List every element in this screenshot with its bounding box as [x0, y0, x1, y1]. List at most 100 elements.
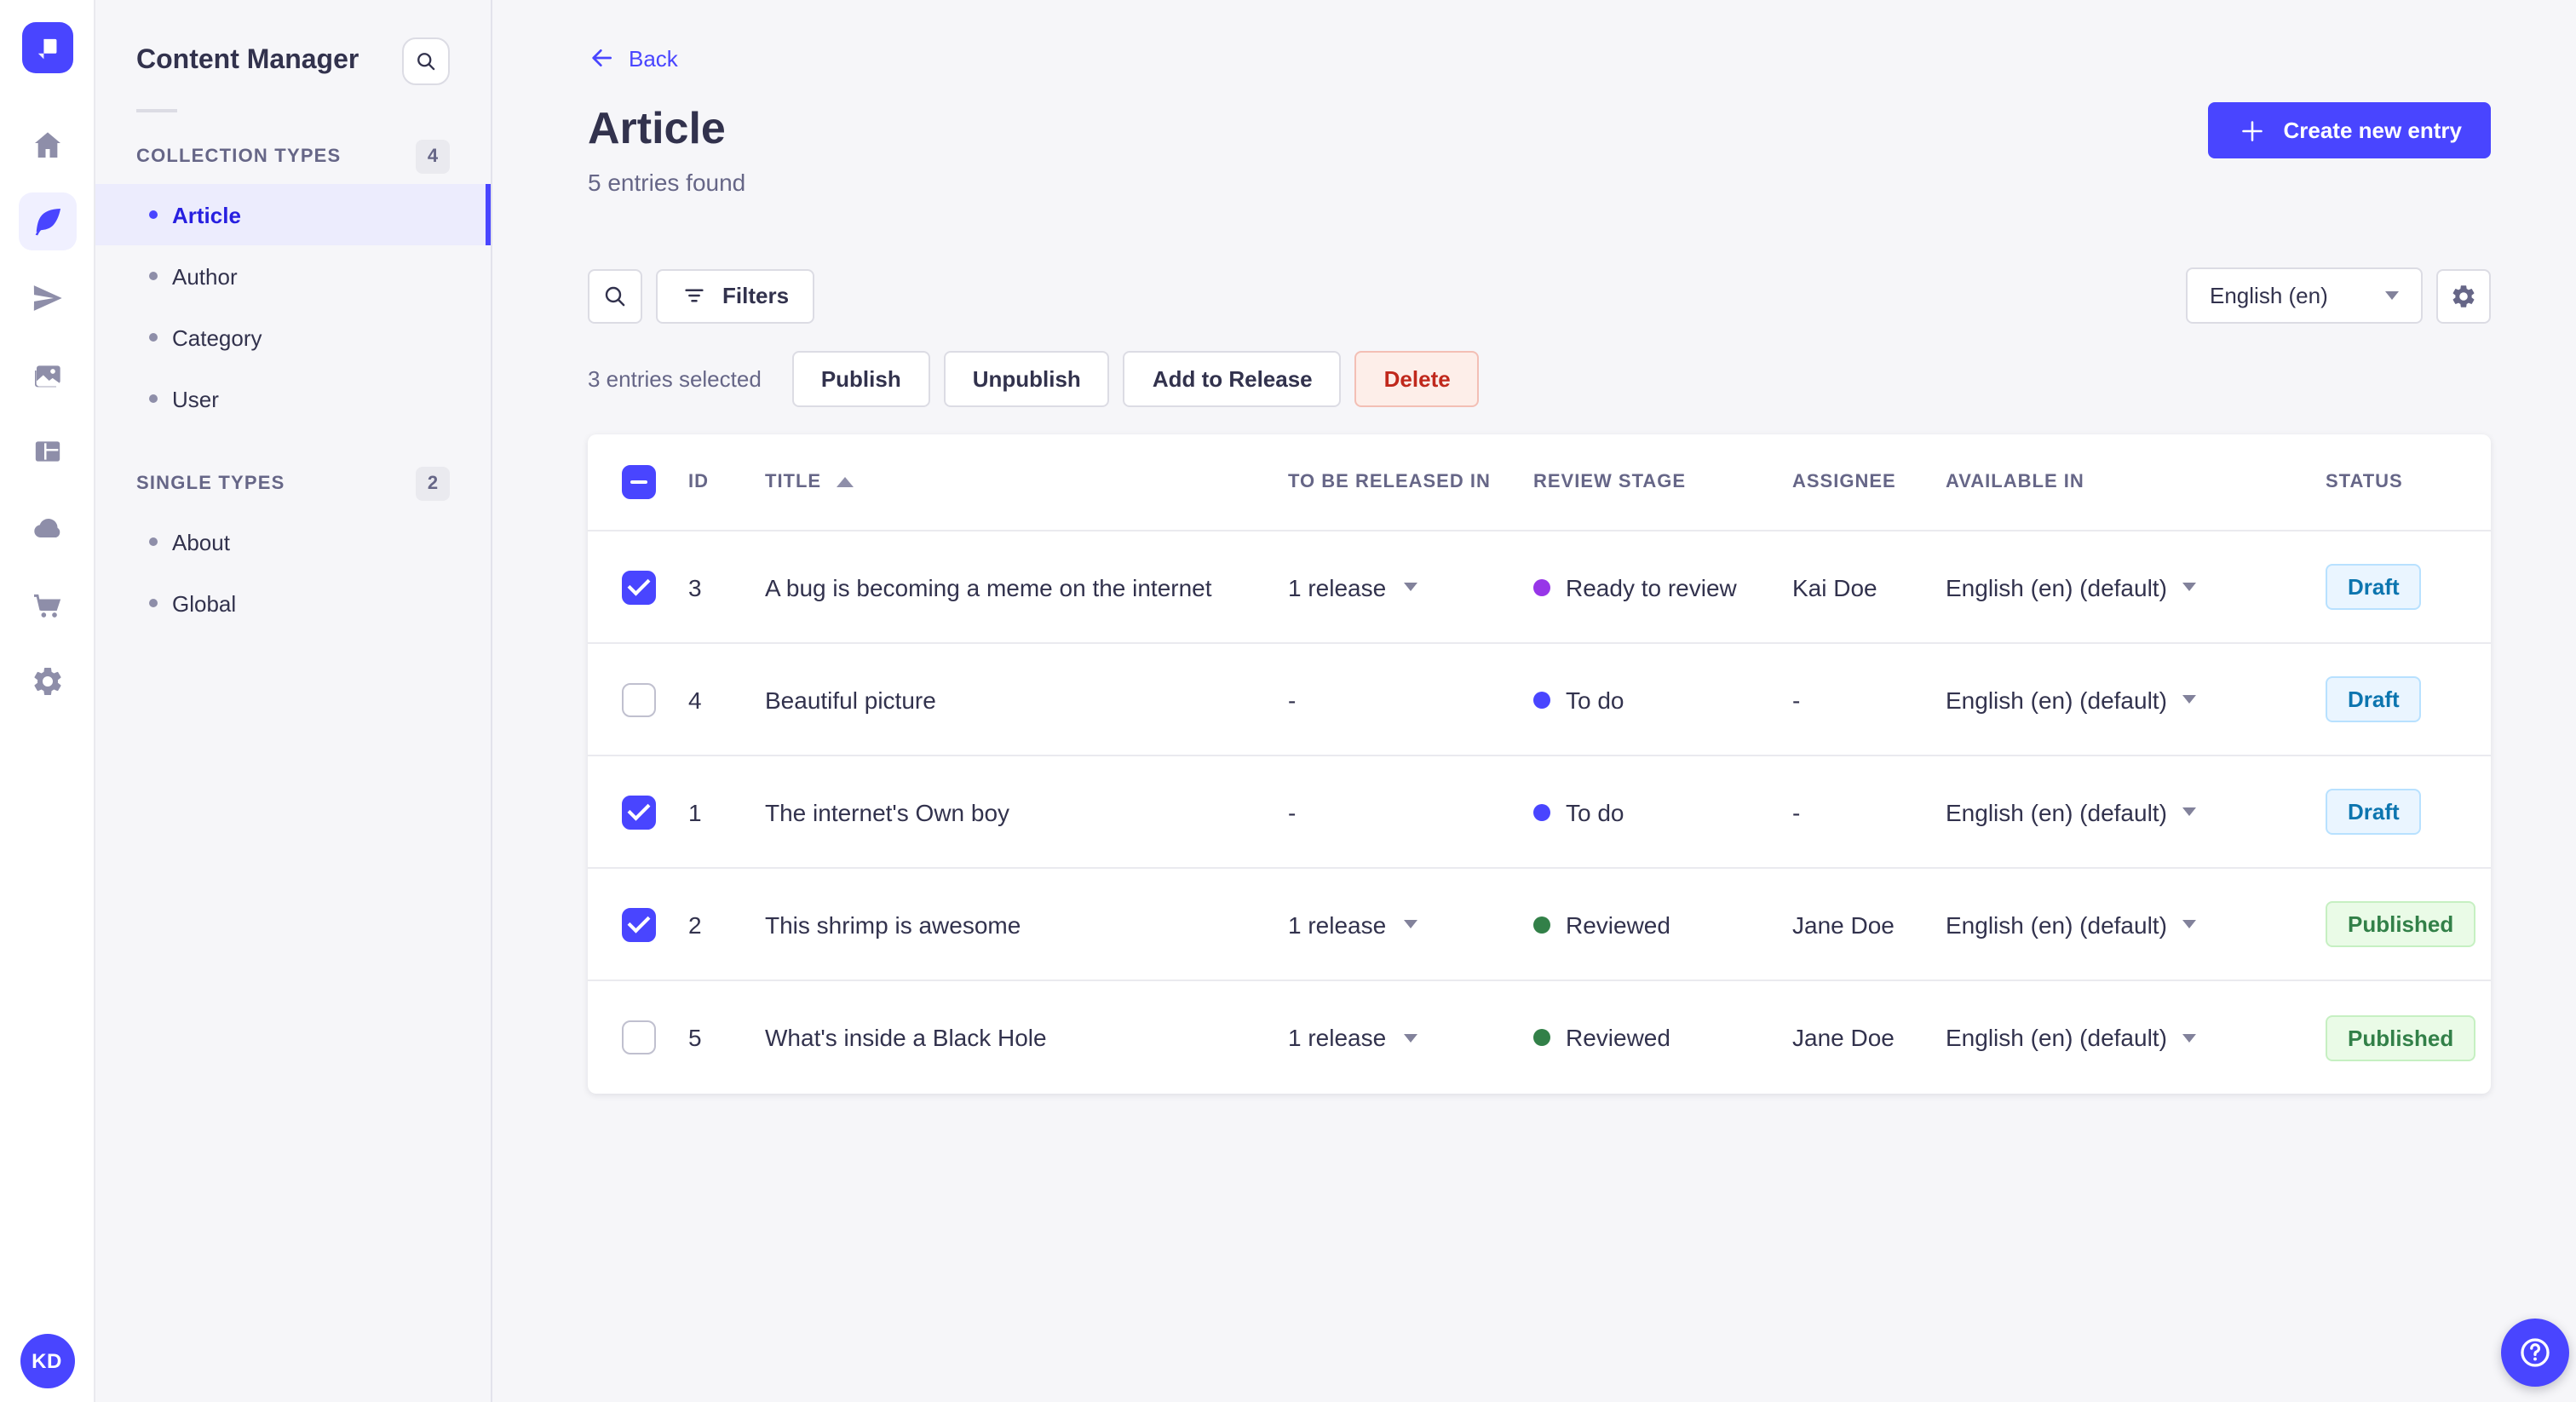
publish-button[interactable]: Publish — [791, 351, 930, 407]
stage-dot — [1533, 578, 1550, 595]
content-manager-icon[interactable] — [18, 192, 76, 250]
cell-assignee: Kai Doe — [1792, 573, 1877, 600]
sidebar-item-author[interactable]: Author — [95, 245, 491, 307]
row-checkbox[interactable] — [622, 1020, 656, 1054]
column-header-release: TO BE RELEASED IN — [1288, 472, 1491, 492]
cell-id: 3 — [688, 573, 702, 600]
cell-available-in[interactable]: English (en) (default) — [1946, 573, 2326, 600]
row-checkbox[interactable] — [622, 907, 656, 941]
table-row[interactable]: 1 The internet's Own boy - To do - Engli… — [588, 756, 2491, 869]
cell-available-in[interactable]: English (en) (default) — [1946, 1024, 2326, 1051]
stage-dot — [1533, 1029, 1550, 1046]
column-header-available: AVAILABLE IN — [1946, 472, 2084, 492]
selection-summary: 3 entries selected — [588, 366, 762, 392]
cloud-icon[interactable] — [18, 499, 76, 557]
cell-title: Beautiful picture — [765, 686, 936, 713]
sidebar-item-article[interactable]: Article — [95, 184, 491, 245]
cell-release: - — [1288, 686, 1297, 713]
column-header-id: ID — [688, 472, 709, 492]
section-count-badge: 4 — [416, 140, 450, 174]
cell-release[interactable]: 1 release — [1288, 911, 1533, 938]
status-badge: Draft — [2326, 789, 2422, 835]
locale-caret — [2182, 1033, 2196, 1042]
search-icon — [417, 53, 435, 71]
add-to-release-button[interactable]: Add to Release — [1123, 351, 1342, 407]
filters-button[interactable]: Filters — [656, 268, 815, 323]
cell-release: - — [1288, 798, 1297, 825]
table-header-row: ID TITLE TO BE RELEASED IN REVIEW STAGE … — [588, 434, 2491, 531]
cell-assignee: - — [1792, 686, 1801, 713]
arrow-left-icon — [592, 49, 612, 66]
sidebar-item-user[interactable]: User — [95, 368, 491, 429]
cell-release[interactable]: 1 release — [1288, 573, 1533, 600]
toolbar: Filters English (en) — [588, 267, 2491, 324]
app: KD Content Manager COLLECTION TYPES 4 Ar… — [0, 0, 2576, 1402]
locale-select[interactable]: English (en) — [2186, 267, 2423, 324]
view-settings-button[interactable] — [2436, 268, 2491, 323]
marketplace-icon[interactable] — [18, 576, 76, 634]
settings-icon[interactable] — [18, 652, 76, 710]
sidebar-item-about[interactable]: About — [95, 511, 491, 572]
cell-id: 4 — [688, 686, 702, 713]
status-badge: Published — [2326, 901, 2476, 947]
help-button[interactable] — [2501, 1319, 2569, 1387]
table-row[interactable]: 5 What's inside a Black Hole 1 release R… — [588, 981, 2491, 1094]
strapi-logo[interactable] — [21, 22, 72, 73]
subnav-title: Content Manager — [136, 46, 359, 75]
section-label: COLLECTION TYPES — [136, 147, 342, 167]
releases-icon[interactable] — [18, 269, 76, 327]
divider — [136, 109, 177, 112]
locale-caret — [2182, 920, 2196, 928]
stage-dot — [1533, 691, 1550, 708]
select-all-checkbox[interactable] — [622, 465, 656, 499]
sidebar-item-category[interactable]: Category — [95, 307, 491, 368]
media-library-icon[interactable] — [18, 346, 76, 404]
cell-release[interactable]: 1 release — [1288, 1024, 1533, 1051]
unpublish-button[interactable]: Unpublish — [943, 351, 1110, 407]
cell-assignee: Jane Doe — [1792, 1024, 1895, 1051]
cell-id: 5 — [688, 1024, 702, 1051]
row-checkbox[interactable] — [622, 795, 656, 829]
cell-available-in[interactable]: English (en) (default) — [1946, 798, 2326, 825]
plus-icon — [2242, 120, 2263, 141]
rail-nav-list — [18, 116, 76, 710]
sidebar-item-global[interactable]: Global — [95, 572, 491, 634]
filter-icon — [685, 289, 704, 302]
delete-button[interactable]: Delete — [1354, 351, 1480, 407]
sort-ascending-icon — [837, 477, 854, 487]
column-header-assignee: ASSIGNEE — [1792, 472, 1896, 492]
section-label: SINGLE TYPES — [136, 474, 285, 494]
create-new-entry-button[interactable]: Create new entry — [2208, 102, 2491, 158]
table-row[interactable]: 2 This shrimp is awesome 1 release Revie… — [588, 869, 2491, 981]
back-link[interactable]: Back — [588, 44, 678, 72]
table-row[interactable]: 4 Beautiful picture - To do - English (e… — [588, 644, 2491, 756]
status-badge: Draft — [2326, 676, 2422, 722]
cell-assignee: - — [1792, 798, 1801, 825]
section-count-badge: 2 — [416, 467, 450, 501]
subnav-search-button[interactable] — [402, 37, 450, 85]
status-badge: Draft — [2326, 564, 2422, 610]
cell-id: 1 — [688, 798, 702, 825]
column-header-stage: REVIEW STAGE — [1533, 472, 1687, 492]
cell-title: The internet's Own boy — [765, 798, 1010, 825]
cell-title: This shrimp is awesome — [765, 911, 1021, 938]
row-checkbox[interactable] — [622, 570, 656, 604]
column-header-title[interactable]: TITLE — [765, 472, 1288, 492]
release-caret — [1403, 583, 1417, 591]
cell-title: A bug is becoming a meme on the internet — [765, 573, 1212, 600]
home-icon[interactable] — [18, 116, 76, 174]
content-type-builder-icon[interactable] — [18, 422, 76, 480]
table-row[interactable]: 3 A bug is becoming a meme on the intern… — [588, 531, 2491, 644]
entries-count-subtitle: 5 entries found — [588, 169, 746, 196]
search-icon — [605, 285, 625, 306]
cell-available-in[interactable]: English (en) (default) — [1946, 686, 2326, 713]
single-types-section: SINGLE TYPES 2 About Global — [95, 457, 491, 634]
cell-review-stage: Reviewed — [1533, 1024, 1792, 1051]
main-content: Back Article Create new entry 5 entries … — [492, 0, 2576, 1402]
search-button[interactable] — [588, 268, 642, 323]
main-nav-rail: KD — [0, 0, 95, 1402]
row-checkbox[interactable] — [622, 682, 656, 716]
user-avatar[interactable]: KD — [20, 1334, 74, 1388]
cell-available-in[interactable]: English (en) (default) — [1946, 911, 2326, 938]
release-caret — [1403, 920, 1417, 928]
